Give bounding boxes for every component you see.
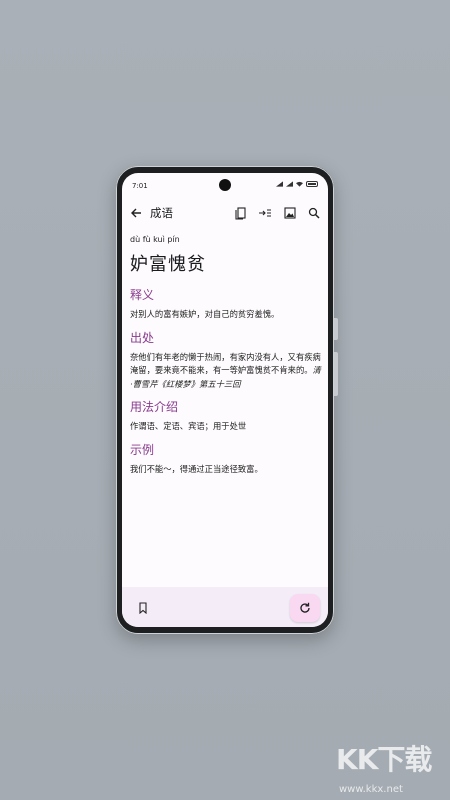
section-text-source: 奈他们有年老的懒于热闹，有家内没有人，又有疾病淹留，要来竟不能来，有一等妒富愧贫… <box>130 351 322 392</box>
section-title-usage: 用法介绍 <box>130 400 179 414</box>
status-bar: 7:01 <box>122 173 328 199</box>
image-icon[interactable] <box>283 206 297 220</box>
front-camera <box>219 179 231 191</box>
idiom-content: dù fù kuì pín 妒富愧贫 释义 对别人的富有嫉妒，对自己的贫穷羞愧。… <box>130 235 322 483</box>
bookmarks-icon[interactable] <box>234 206 248 220</box>
wifi-icon <box>296 181 303 187</box>
signal-icon <box>286 181 293 187</box>
back-arrow-icon[interactable] <box>129 206 143 220</box>
section-text-meaning: 对别人的富有嫉妒，对自己的贫穷羞愧。 <box>130 309 280 319</box>
section-text-usage: 作谓语、定语、宾语；用于处世 <box>130 421 247 431</box>
section-title-source: 出处 <box>130 330 155 345</box>
source-quote: 奈他们有年老的懒于热闹，有家内没有人，又有疾病淹留，要来竟不能来，有一等妒富愧贫… <box>130 351 321 376</box>
import-icon[interactable] <box>258 206 272 220</box>
section-title-meaning: 释义 <box>130 288 155 302</box>
battery-icon <box>306 181 318 187</box>
search-icon[interactable] <box>307 206 321 220</box>
volume-button <box>334 318 338 340</box>
section-text-example: 我们不能～，得通过正当途径致富。 <box>130 463 263 474</box>
watermark-url: www.kkx.net <box>339 784 403 795</box>
bottom-bar <box>122 587 328 627</box>
refresh-button[interactable] <box>290 594 320 622</box>
pinyin: dù fù kuì pín <box>130 235 180 244</box>
power-button <box>334 352 338 396</box>
section-title-example: 示例 <box>130 442 155 457</box>
app-title: 成语 <box>150 206 173 220</box>
status-time: 7:01 <box>132 182 148 190</box>
refresh-icon <box>300 602 310 613</box>
phone-screen: 7:01 成语 dù fù kuì pín 妒富愧贫 释义 对别人的富有嫉妒，对… <box>122 173 328 627</box>
watermark-logo: KK下载 <box>336 743 432 776</box>
idiom-word: 妒富愧贫 <box>130 254 206 275</box>
bookmark-icon[interactable] <box>137 602 149 614</box>
status-icons <box>276 181 318 187</box>
app-bar: 成语 <box>122 200 328 226</box>
signal-icon <box>276 181 283 187</box>
